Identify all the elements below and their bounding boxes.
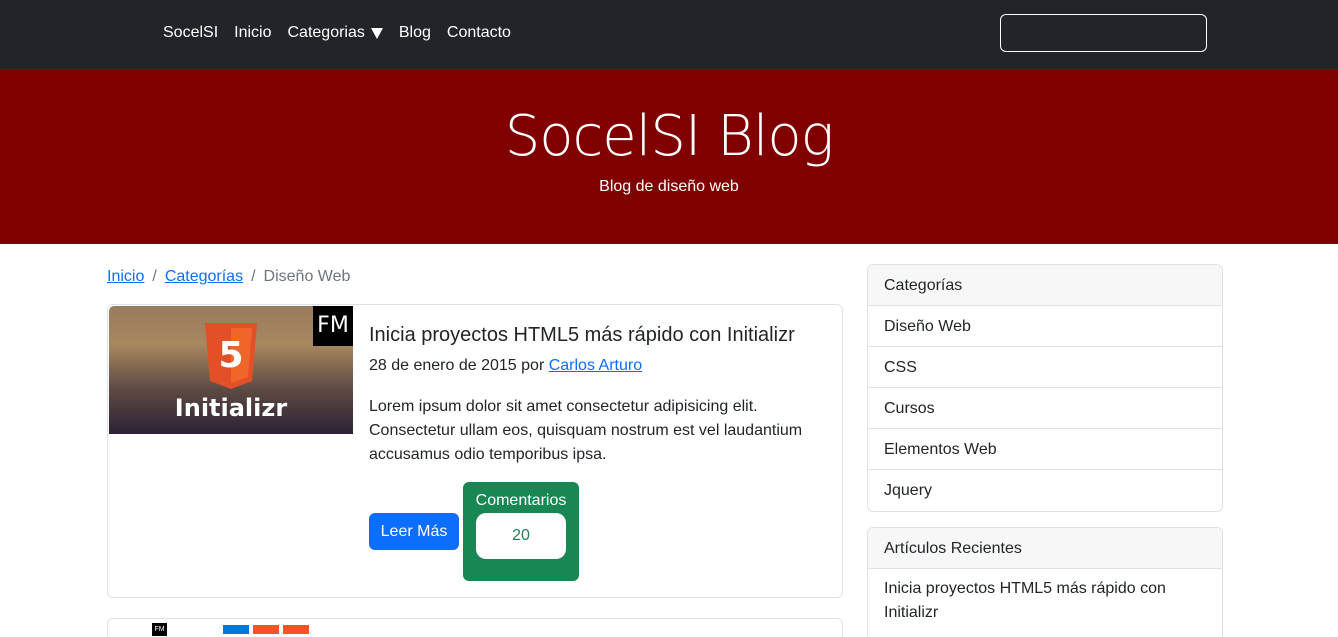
post-card: FM <box>107 618 843 637</box>
caret-down-icon <box>370 27 383 39</box>
category-item[interactable]: Diseño Web <box>868 306 1222 347</box>
breadcrumb-separator: / <box>251 268 256 285</box>
category-item[interactable]: CSS <box>868 347 1222 388</box>
post-author-link[interactable]: Carlos Arturo <box>549 357 642 374</box>
html5-logo-number: 5 <box>218 335 243 376</box>
search-input[interactable] <box>1000 14 1207 52</box>
recent-articles-title: Artículos Recientes <box>868 528 1222 569</box>
thumbnail-caption: Initializr <box>174 394 288 422</box>
comments-label: Comentarios <box>475 492 567 509</box>
comments-box: Comentarios 20 <box>463 482 579 581</box>
breadcrumb-link-categorias[interactable]: Categorías <box>165 268 243 285</box>
comments-count[interactable]: 20 <box>476 513 566 559</box>
nav-link-categorias: Categorias <box>287 24 365 41</box>
post-thumbnail[interactable]: 5 FM Initializr <box>109 306 353 434</box>
html5-logo-icon: 5 <box>205 323 257 389</box>
nav-link-contacto[interactable]: Contacto <box>447 22 511 44</box>
thumbnail-bar <box>253 625 279 634</box>
thumbnail-bar <box>223 625 249 634</box>
recent-article-item[interactable]: Inicia proyectos HTML5 más rápido con In… <box>868 569 1222 633</box>
top-navbar: SocelSI Inicio Categorias Blog Contacto <box>0 0 1338 69</box>
fm-logo: FM <box>152 623 167 636</box>
post-card: 5 FM Initializr Inicia proyectos HTML5 m… <box>107 304 843 598</box>
breadcrumb: Inicio / Categorías / Diseño Web <box>107 266 350 288</box>
hero-subtitle: Blog de diseño web <box>599 178 739 195</box>
post-date: 28 de enero de 2015 <box>369 357 517 374</box>
breadcrumb-link-inicio[interactable]: Inicio <box>107 268 144 285</box>
post-meta: 28 de enero de 2015 por Carlos Arturo <box>369 355 642 377</box>
category-item[interactable]: Elementos Web <box>868 429 1222 470</box>
categories-panel: Categorías Diseño Web CSS Cursos Element… <box>867 264 1223 512</box>
post-excerpt: Lorem ipsum dolor sit amet consectetur a… <box>369 398 803 463</box>
breadcrumb-separator: / <box>152 268 157 285</box>
hero-banner: SocelSI Blog Blog de diseño web <box>0 69 1338 244</box>
nav-links: SocelSI Inicio Categorias Blog Contacto <box>163 22 511 44</box>
fm-logo: FM <box>313 306 353 346</box>
nav-brand[interactable]: SocelSI <box>163 22 218 44</box>
nav-link-blog[interactable]: Blog <box>399 22 431 44</box>
nav-dropdown-categorias[interactable]: Categorias <box>288 22 383 44</box>
recent-articles-panel: Artículos Recientes Inicia proyectos HTM… <box>867 527 1223 637</box>
category-item[interactable]: Jquery <box>868 470 1222 511</box>
nav-link-inicio[interactable]: Inicio <box>234 22 271 44</box>
categories-title: Categorías <box>868 265 1222 306</box>
hero-title: SocelSI Blog <box>504 104 835 169</box>
read-more-button[interactable]: Leer Más <box>369 513 459 550</box>
category-item[interactable]: Cursos <box>868 388 1222 429</box>
breadcrumb-current: Diseño Web <box>263 268 351 285</box>
post-title[interactable]: Inicia proyectos HTML5 más rápido con In… <box>369 323 795 347</box>
thumbnail-bar <box>283 625 309 634</box>
post-by: por <box>521 357 545 374</box>
